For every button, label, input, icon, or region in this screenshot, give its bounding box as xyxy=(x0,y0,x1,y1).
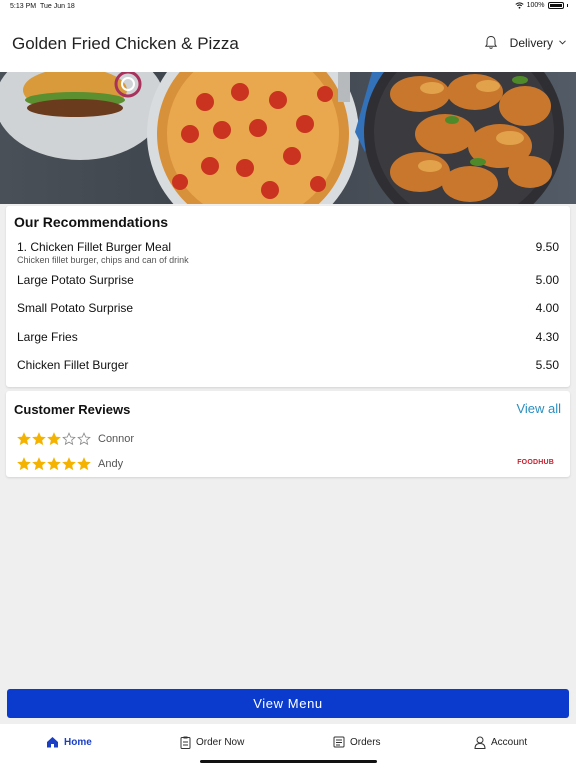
menu-item[interactable]: Large Potato Surprise 5.00 xyxy=(17,273,559,287)
view-all-reviews-link[interactable]: View all xyxy=(516,401,561,416)
app-header: Golden Fried Chicken & Pizza Delivery xyxy=(0,14,576,72)
recommendations-title: Our Recommendations xyxy=(14,214,169,230)
rating-stars xyxy=(17,457,91,471)
menu-item[interactable]: Small Potato Surprise 4.00 xyxy=(17,301,559,315)
status-time: 5:13 PM xyxy=(10,3,37,10)
tab-orders[interactable]: Orders xyxy=(333,736,381,748)
home-icon xyxy=(47,737,58,748)
menu-item-name: Large Potato Surprise xyxy=(17,273,134,287)
menu-item-name: Small Potato Surprise xyxy=(17,301,134,315)
tab-label: Account xyxy=(491,737,528,748)
star-filled-icon xyxy=(62,457,76,471)
star-filled-icon xyxy=(17,432,31,446)
menu-item[interactable]: Large Fries 4.30 xyxy=(17,330,559,344)
chevron-down-icon[interactable] xyxy=(559,40,566,45)
star-filled-icon xyxy=(17,457,31,471)
user-icon xyxy=(474,736,486,749)
status-bar: 5:13 PM Tue Jun 18 100% xyxy=(0,0,576,14)
reviews-card: Customer Reviews View all Connor Andy FO… xyxy=(6,391,570,477)
star-filled-icon xyxy=(47,457,61,471)
menu-item-name: Chicken Fillet Burger xyxy=(17,358,129,372)
reviews-title: Customer Reviews xyxy=(14,402,131,417)
battery-tip xyxy=(566,4,568,7)
tab-account[interactable]: Account xyxy=(474,736,527,749)
view-menu-button[interactable]: View Menu xyxy=(7,689,569,718)
recommendations-card: Our Recommendations 1. Chicken Fillet Bu… xyxy=(6,206,570,387)
star-empty-icon xyxy=(62,432,76,446)
star-filled-icon xyxy=(47,432,61,446)
reviewer-name: Connor xyxy=(98,433,135,445)
menu-item-price: 4.00 xyxy=(535,301,559,315)
rating-stars xyxy=(17,432,91,446)
menu-item-name: 1. Chicken Fillet Burger Meal xyxy=(17,240,172,254)
menu-item-price: 4.30 xyxy=(535,330,559,344)
menu-item[interactable]: Chicken Fillet Burger 5.50 xyxy=(17,358,559,372)
delivery-controls: Delivery xyxy=(484,35,566,50)
menu-item-description: Chicken fillet burger, chips and can of … xyxy=(17,255,189,265)
status-right: 100% xyxy=(515,2,568,9)
star-filled-icon xyxy=(32,432,46,446)
reviewer-name: Andy xyxy=(98,458,124,470)
delivery-dropdown-label[interactable]: Delivery xyxy=(510,36,553,50)
review-row: Andy xyxy=(17,457,123,471)
receipt-icon xyxy=(333,736,345,748)
menu-item-price: 9.50 xyxy=(535,240,559,254)
foodhub-logo: FOODHUB xyxy=(517,459,554,466)
status-date: Tue Jun 18 xyxy=(40,3,75,10)
hero-banner xyxy=(0,72,576,204)
home-indicator xyxy=(200,760,377,763)
tab-order-now[interactable]: Order Now xyxy=(180,736,244,749)
review-row: Connor xyxy=(17,432,134,446)
tab-label: Home xyxy=(64,736,92,748)
star-filled-icon xyxy=(32,457,46,471)
star-empty-icon xyxy=(77,432,91,446)
tab-label: Orders xyxy=(350,736,381,748)
restaurant-title: Golden Fried Chicken & Pizza xyxy=(12,34,239,53)
tab-home[interactable]: Home xyxy=(46,736,92,748)
battery-percent: 100% xyxy=(526,2,545,9)
menu-item-name: Large Fries xyxy=(17,330,78,344)
tab-label: Order Now xyxy=(196,737,245,748)
wifi-icon xyxy=(515,2,524,9)
bell-icon[interactable] xyxy=(484,35,498,50)
menu-item-price: 5.00 xyxy=(535,273,559,287)
star-filled-icon xyxy=(77,457,91,471)
hero-food-image xyxy=(0,72,564,204)
menu-item[interactable]: 1. Chicken Fillet Burger Meal Chicken fi… xyxy=(17,240,559,265)
battery-icon xyxy=(547,2,564,9)
order-icon xyxy=(180,736,191,749)
menu-item-price: 5.50 xyxy=(535,358,559,372)
